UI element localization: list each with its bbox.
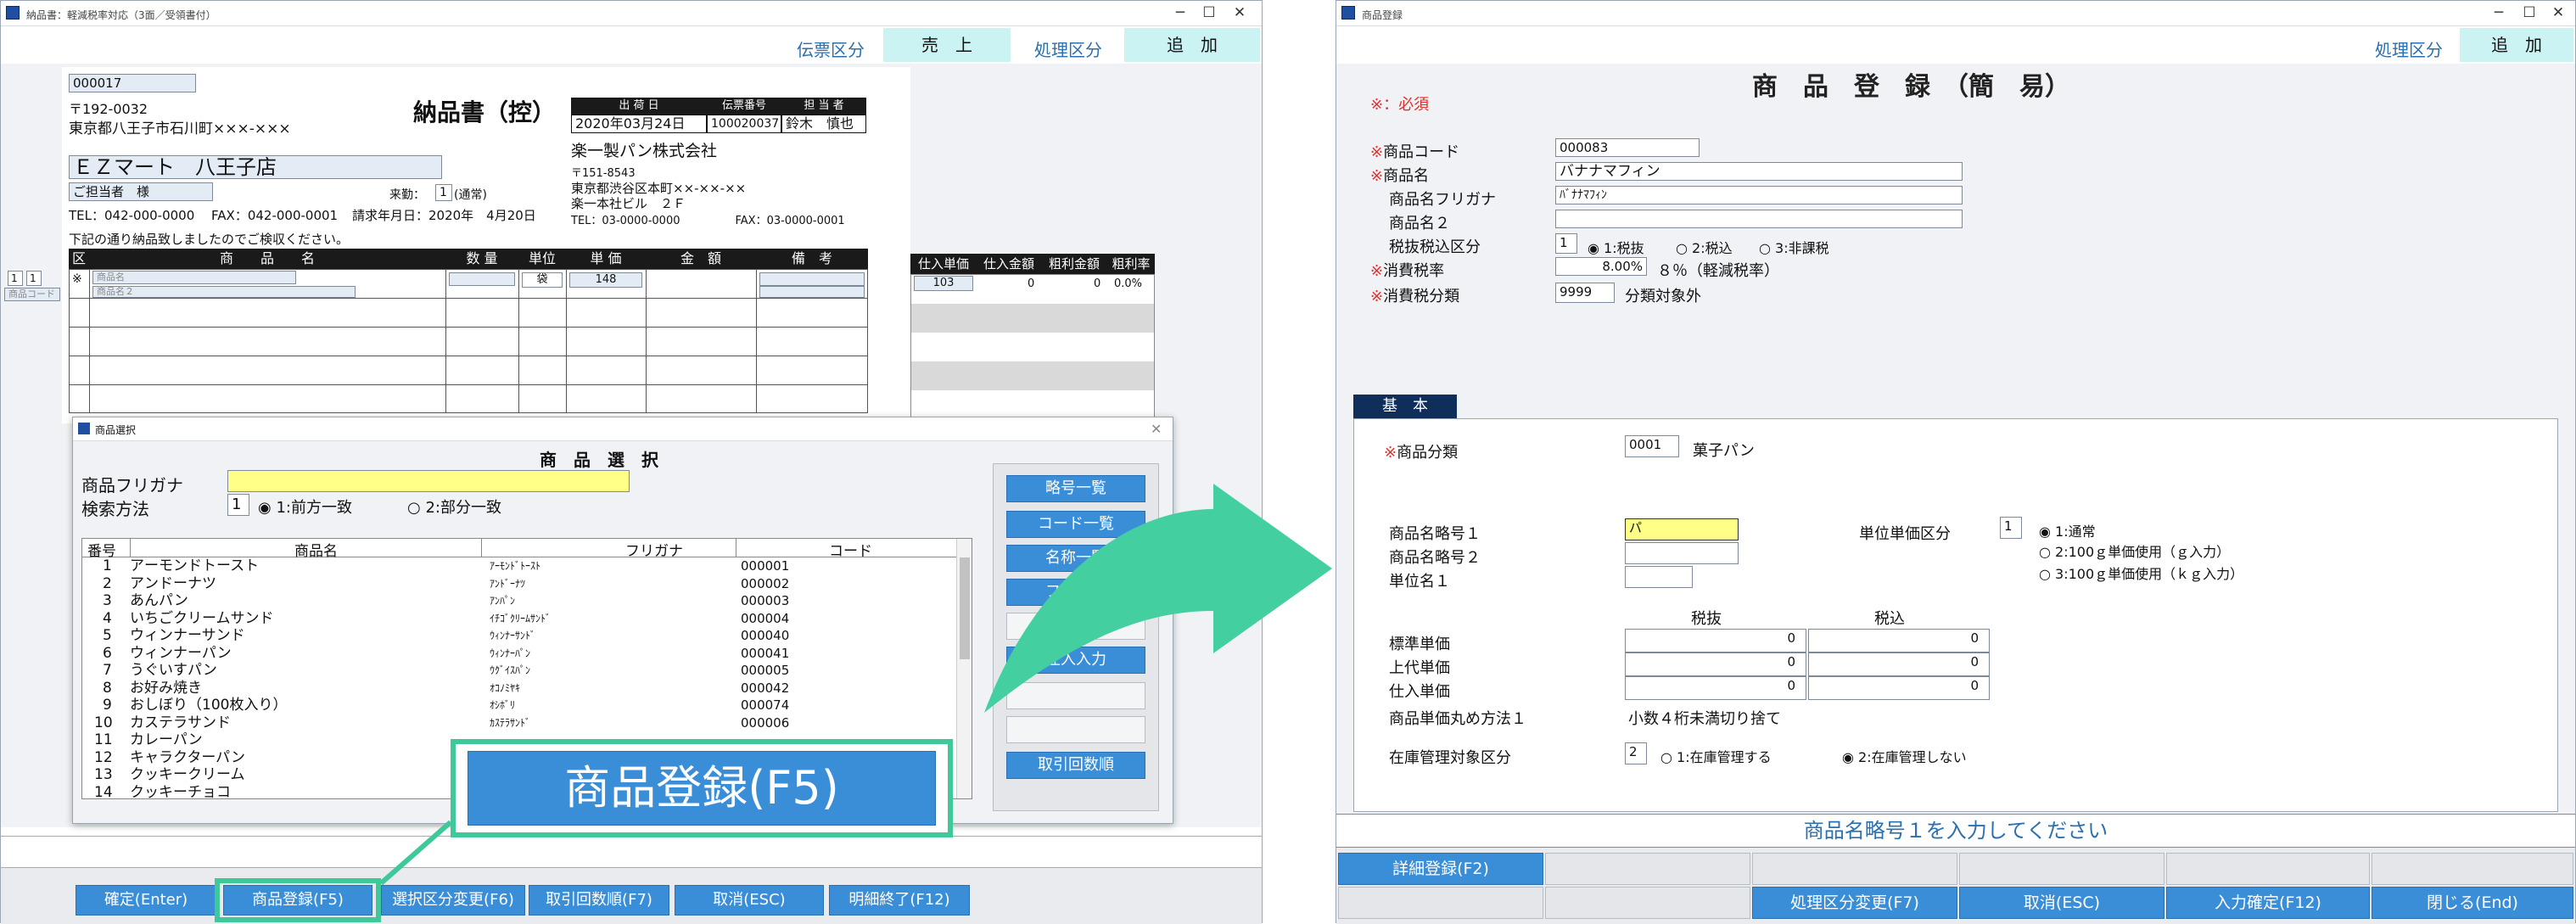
unit-name-field[interactable] (1625, 566, 1693, 588)
empty-fkey-2 (1752, 853, 1957, 885)
abbr1-label: 商品名略号１ (1389, 525, 1481, 543)
rounding-label: 商品単価丸め方法１ (1389, 710, 1526, 728)
code-field[interactable]: 000083 (1555, 138, 1700, 157)
col-zeinuki: 税抜 (1691, 610, 1722, 628)
unit-price-opt2[interactable]: ○ 2:100ｇ単価使用（ｇ入力） (2039, 540, 2230, 561)
required-note: ※：必須 (1370, 96, 1430, 114)
tax-opt-inclusive[interactable]: ○ 2:税込 (1676, 237, 1733, 257)
category-label: ※商品分類 (1384, 444, 1459, 462)
unit-price-opt1[interactable]: ◉ 1:通常 (2039, 520, 2096, 540)
retail-price-zeinuki[interactable]: 0 (1625, 652, 1806, 676)
empty-fkey-5 (2372, 853, 2573, 885)
name2-label: 商品名２ (1389, 215, 1450, 232)
name2-field[interactable] (1555, 210, 1963, 228)
code-label: ※商品コード (1370, 143, 1460, 161)
category-name: 菓子パン (1693, 442, 1755, 460)
abbr1-field[interactable]: パ (1625, 518, 1739, 540)
std-price-zeikomi[interactable]: 0 (1808, 629, 1990, 652)
register-shori-label: 処理区分 (2375, 40, 2443, 60)
register-status-bar: 商品名略号１を入力してください (1336, 814, 2575, 848)
retail-price-label: 上代単価 (1389, 659, 1450, 677)
col-zeikomi: 税込 (1874, 610, 1905, 628)
empty-fkey-4 (2166, 853, 2370, 885)
stock-label: 在庫管理対象区分 (1389, 749, 1511, 767)
empty-fkey-6 (1338, 887, 1543, 919)
std-price-label: 標準単価 (1389, 636, 1450, 653)
tax-class-label: ※消費税分類 (1370, 288, 1460, 305)
unit-price-kbn-field[interactable]: 1 (2000, 517, 2022, 539)
name-field[interactable]: バナナマフィン (1555, 162, 1963, 181)
register-header-band: 処理区分 追 加 (1336, 26, 2575, 64)
abbr2-field[interactable] (1625, 542, 1739, 564)
furigana-field[interactable]: ﾊﾞﾅﾅﾏﾌｨﾝ (1555, 186, 1963, 204)
stock-field[interactable]: 2 (1625, 742, 1647, 764)
register-minimize-icon[interactable]: ─ (2482, 3, 2516, 25)
close-window-button[interactable]: 閉じる(End) (2372, 887, 2573, 919)
tax-opt-exempt[interactable]: ○ 3:非課税 (1759, 237, 1829, 257)
tax-class-note: 分類対象外 (1625, 288, 1701, 305)
register-close-icon[interactable]: ✕ (2541, 3, 2575, 25)
register-app-icon (1341, 6, 1355, 20)
empty-fkey-7 (1545, 887, 1750, 919)
unit-price-opt3[interactable]: ○ 3:100ｇ単価使用（ｋｇ入力） (2039, 563, 2243, 583)
register-heading: 商 品 登 録 （簡 易） (1752, 72, 2070, 102)
cost-price-zeinuki[interactable]: 0 (1625, 676, 1806, 700)
cost-price-zeikomi[interactable]: 0 (1808, 676, 1990, 700)
tax-rate-label: ※消費税率 (1370, 262, 1445, 280)
tax-kbn-label: 税抜税込区分 (1389, 238, 1481, 256)
register-title-bar: 商品登録 ─ ☐ ✕ (1336, 1, 2575, 26)
transition-arrow (984, 484, 1332, 713)
category-code-field[interactable]: 0001 (1625, 435, 1679, 457)
tax-kbn-field[interactable]: 1 (1555, 233, 1577, 254)
tax-class-field[interactable]: 9999 (1555, 283, 1615, 303)
change-process-button[interactable]: 処理区分変更(F7) (1752, 887, 1957, 919)
register-window-title: 商品登録 (1362, 9, 1403, 21)
product-register-window: 商品登録 ─ ☐ ✕ 処理区分 追 加 ※：必須 商 品 登 録 （簡 易） ※… (1336, 0, 2576, 924)
furigana-label: 商品名フリガナ (1389, 191, 1496, 209)
name-label: ※商品名 (1370, 167, 1430, 185)
retail-price-zeikomi[interactable]: 0 (1808, 652, 1990, 676)
unit-price-kbn-label: 単位単価区分 (1859, 525, 1951, 543)
empty-fkey-1 (1545, 853, 1750, 885)
tab-basic[interactable]: 基 本 (1353, 395, 1457, 418)
cost-price-label: 仕入単価 (1389, 683, 1450, 701)
register-shori-value: 追 加 (2460, 28, 2573, 62)
detail-register-button[interactable]: 詳細登録(F2) (1338, 853, 1543, 885)
abbr2-label: 商品名略号２ (1389, 549, 1481, 567)
empty-fkey-3 (1959, 853, 2164, 885)
tax-rate-field[interactable]: 8.00% (1555, 257, 1647, 276)
std-price-zeinuki[interactable]: 0 (1625, 629, 1806, 652)
confirm-input-button[interactable]: 入力確定(F12) (2166, 887, 2370, 919)
tax-rate-note: ８％（軽減税率） (1657, 262, 1779, 280)
unit-name-label: 単位名１ (1389, 573, 1450, 591)
stock-opt2[interactable]: ◉ 2:在庫管理しない (1842, 746, 1967, 766)
stock-opt1[interactable]: ○ 1:在庫管理する (1660, 746, 1772, 766)
tax-opt-exclusive[interactable]: ◉ 1:税抜 (1588, 237, 1644, 257)
rounding-value: 小数４桁未満切り捨て (1628, 710, 1781, 728)
register-cancel-button[interactable]: 取消(ESC) (1959, 887, 2164, 919)
